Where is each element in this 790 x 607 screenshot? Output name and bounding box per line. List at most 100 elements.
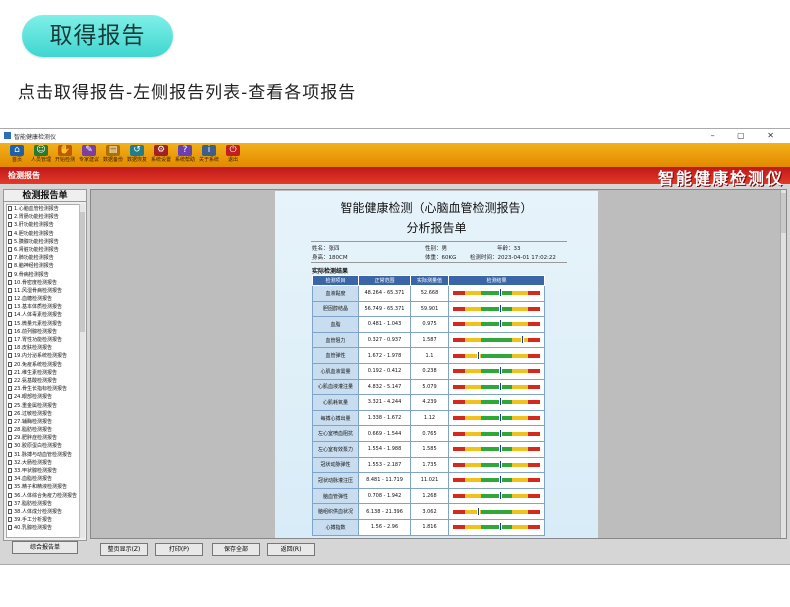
report-list-item[interactable]: 30.胶原蛋白检测报告 (7, 442, 79, 450)
toolbar-button-people[interactable]: ☺ 人员管理 (28, 144, 54, 166)
save-all-button[interactable]: 保存全部 (212, 543, 260, 556)
report-list-item[interactable]: 13.基本体质检测报告 (7, 303, 79, 311)
document-icon (8, 271, 12, 277)
scrollbar-thumb[interactable] (781, 193, 786, 233)
report-list-item[interactable]: 37.脂肪检测报告 (7, 500, 79, 508)
show-full-page-button[interactable]: 整页显示(Z) (100, 543, 148, 556)
document-icon (8, 279, 12, 285)
report-list-item-label: 2.胃肠功能检测报告 (14, 214, 59, 221)
window-controls[interactable]: – ▢ ✕ (711, 131, 784, 140)
report-list-item[interactable]: 18.皮肤检测报告 (7, 344, 79, 352)
result-gauge (452, 303, 541, 313)
cell-name: 血管阻力 (312, 331, 359, 349)
report-list-item[interactable]: 21.维生素检测报告 (7, 369, 79, 377)
report-list-item-label: 28.脂肪检测报告 (14, 427, 52, 434)
viewer-scrollbar[interactable] (780, 190, 786, 538)
report-list-item[interactable]: 31.脉搏与动血管检测报告 (7, 451, 79, 459)
hand-icon: ✋ (58, 145, 72, 156)
report-list-item-label: 9.骨病检测报告 (14, 271, 49, 278)
document-icon (8, 369, 12, 375)
test-time: 检测时间：2023-04-01 17:02:22 (470, 255, 556, 261)
report-list-item[interactable]: 7.肺功能检测报告 (7, 254, 79, 262)
report-list-item[interactable]: 4.胆功能检测报告 (7, 230, 79, 238)
toolbar-button-help[interactable]: ? 系统帮助 (172, 144, 198, 166)
cell-range: 0.708 - 1.942 (358, 487, 411, 505)
report-list-item[interactable]: 11.风湿骨病检测报告 (7, 287, 79, 295)
report-list-item[interactable]: 29.肥胖症检测报告 (7, 434, 79, 442)
gauge-segment (452, 400, 465, 405)
report-list-item[interactable]: 6.肾脏功能检测报告 (7, 246, 79, 254)
toolbar-button-expert[interactable]: ✎ 专家建议 (76, 144, 102, 166)
report-list: 1.心脑血管检测报告 2.胃肠功能检测报告 3.肝功能检测报告 4.胆功能检测报告 5.… (6, 204, 80, 538)
print-button[interactable]: 打印(P) (155, 543, 203, 556)
report-list-item[interactable]: 40.乳腺检测报告 (7, 524, 79, 532)
report-list-item[interactable]: 25.重金属检测报告 (7, 402, 79, 410)
report-list-item[interactable]: 14.人体毒素检测报告 (7, 311, 79, 319)
report-list-item[interactable]: 23.骨生长指标检测报告 (7, 385, 79, 393)
gauge-segment (480, 291, 513, 296)
toolbar-button-settings[interactable]: ⚙ 系统设置 (148, 144, 174, 166)
cell-name: 血脂 (312, 316, 359, 333)
report-list-item[interactable]: 9.骨病检测报告 (7, 271, 79, 279)
gauge-segment (464, 494, 481, 499)
report-list-item[interactable]: 19.内分泌系统检测报告 (7, 352, 79, 360)
result-gauge (452, 366, 541, 376)
report-list-item-label: 8.脑神经检测报告 (14, 263, 54, 270)
table-row: 血脂 0.481 - 1.043 0.975 (312, 316, 545, 333)
report-list-item[interactable]: 16.前列腺检测报告 (7, 328, 79, 336)
report-list-item[interactable]: 39.手工分析报告 (7, 516, 79, 524)
toolbar-button-exit[interactable]: ⏻ 退出 (220, 144, 246, 166)
report-list-item[interactable]: 27.辅酶检测报告 (7, 418, 79, 426)
col-header-range: 正常范围 (358, 275, 411, 286)
report-list-item[interactable]: 3.肝功能检测报告 (7, 221, 79, 229)
gauge-segment (452, 338, 465, 343)
report-list-item-label: 20.免疫系统检测报告 (14, 361, 62, 368)
gauge-segment (452, 322, 465, 327)
gauge-segment (464, 431, 481, 436)
cell-value: 1.1 (410, 347, 449, 364)
report-list-item[interactable]: 2.胃肠功能检测报告 (7, 213, 79, 221)
report-list-item[interactable]: 34.血脂检测报告 (7, 475, 79, 483)
report-list-item[interactable]: 24.眼部检测报告 (7, 393, 79, 401)
report-list-item[interactable]: 17.胃性功能检测报告 (7, 336, 79, 344)
report-list-item[interactable]: 35.精子和精液检测报告 (7, 483, 79, 491)
report-list-item[interactable]: 33.甲状腺检测报告 (7, 467, 79, 475)
gauge-segment (512, 353, 529, 358)
summary-report-button[interactable]: 综合报告单 (12, 541, 78, 554)
report-list-item[interactable]: 12.血糖检测报告 (7, 295, 79, 303)
report-list-item[interactable]: 38.人体成分检测报告 (7, 508, 79, 516)
result-gauge (452, 350, 541, 360)
toolbar-button-hand[interactable]: ✋ 开始检测 (52, 144, 78, 166)
report-list-item[interactable]: 28.脂肪检测报告 (7, 426, 79, 434)
report-list-item[interactable]: 10.骨密度检测报告 (7, 279, 79, 287)
report-list-item[interactable]: 15.微量元素检测报告 (7, 320, 79, 328)
report-list-item[interactable]: 36.人体综合免疫力检测报告 (7, 492, 79, 500)
sidebar-scrollbar[interactable] (79, 204, 85, 538)
back-button[interactable]: 返回(R) (267, 543, 315, 556)
gauge-segment (464, 306, 481, 311)
report-list-item[interactable]: 8.脑神经检测报告 (7, 262, 79, 270)
gauge-segment (528, 369, 541, 374)
report-list-item[interactable]: 5.胰腺功能检测报告 (7, 238, 79, 246)
report-list-item[interactable]: 26.过敏检测报告 (7, 410, 79, 418)
gauge-segment (452, 494, 465, 499)
gauge-marker (521, 335, 525, 345)
result-gauge (452, 506, 541, 516)
gauge-segment (452, 431, 465, 436)
toolbar-button-about[interactable]: i 关于系统 (196, 144, 222, 166)
result-gauge (452, 475, 541, 485)
toolbar-button-restore[interactable]: ↺ 数据恢复 (124, 144, 150, 166)
report-list-item[interactable]: 32.大肠检测报告 (7, 459, 79, 467)
cell-value: 3.062 (410, 503, 449, 520)
table-row: 脑组织供血状况 6.138 - 21.396 3.062 (312, 503, 545, 520)
report-list-item[interactable]: 1.心脑血管检测报告 (7, 205, 79, 213)
gauge-segment (452, 416, 465, 421)
toolbar-button-backup[interactable]: ▤ 数据备份 (100, 144, 126, 166)
scrollbar-thumb[interactable] (80, 212, 85, 332)
toolbar-button-home[interactable]: ⌂ 首页 (4, 144, 30, 166)
table-row: 左心室喷血阻抗 0.669 - 1.544 0.765 (312, 425, 545, 442)
report-list-item[interactable]: 22.氨基酸检测报告 (7, 377, 79, 385)
gauge-segment (464, 338, 481, 343)
instruction-caption: 点击取得报告-左侧报告列表-查看各项报告 (18, 83, 357, 103)
report-list-item[interactable]: 20.免疫系统检测报告 (7, 361, 79, 369)
